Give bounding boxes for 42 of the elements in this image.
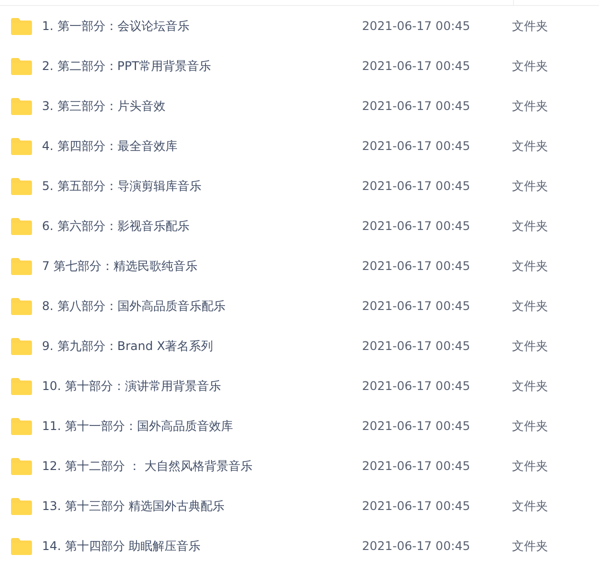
folder-name[interactable]: 11. 第十一部分：国外高品质音效库 xyxy=(42,418,362,434)
folder-name[interactable]: 14. 第十四部分 助眠解压音乐 xyxy=(42,538,362,554)
folder-name[interactable]: 12. 第十二部分 ： 大自然风格背景音乐 xyxy=(42,458,362,474)
modified-date: 2021-06-17 00:45 xyxy=(362,539,472,553)
file-type: 文件夹 xyxy=(512,138,548,154)
file-type: 文件夹 xyxy=(512,458,548,474)
file-type: 文件夹 xyxy=(512,18,548,34)
file-type: 文件夹 xyxy=(512,338,548,354)
folder-name[interactable]: 10. 第十部分：演讲常用背景音乐 xyxy=(42,378,362,394)
file-type: 文件夹 xyxy=(512,298,548,314)
file-type: 文件夹 xyxy=(512,538,548,554)
file-type: 文件夹 xyxy=(512,218,548,234)
folder-name[interactable]: 3. 第三部分：片头音效 xyxy=(42,98,362,114)
modified-date: 2021-06-17 00:45 xyxy=(362,259,472,273)
modified-date: 2021-06-17 00:45 xyxy=(362,19,472,33)
folder-name[interactable]: 7 第七部分：精选民歌纯音乐 xyxy=(42,258,362,274)
file-type: 文件夹 xyxy=(512,98,548,114)
modified-date: 2021-06-17 00:45 xyxy=(362,339,472,353)
modified-date: 2021-06-17 00:45 xyxy=(362,59,472,73)
modified-date: 2021-06-17 00:45 xyxy=(362,459,472,473)
folder-name[interactable]: 4. 第四部分：最全音效库 xyxy=(42,138,362,154)
modified-date: 2021-06-17 00:45 xyxy=(362,99,472,113)
folder-name[interactable]: 9. 第九部分：Brand X著名系列 xyxy=(42,338,362,354)
file-type: 文件夹 xyxy=(512,178,548,194)
folder-name[interactable]: 6. 第六部分：影视音乐配乐 xyxy=(42,218,362,234)
folder-name[interactable]: 1. 第一部分：会议论坛音乐 xyxy=(42,18,362,34)
file-type: 文件夹 xyxy=(512,258,548,274)
modified-date: 2021-06-17 00:45 xyxy=(362,179,472,193)
folder-name[interactable]: 2. 第二部分：PPT常用背景音乐 xyxy=(42,58,362,74)
file-type: 文件夹 xyxy=(512,498,548,514)
modified-date: 2021-06-17 00:45 xyxy=(362,139,472,153)
folder-name[interactable]: 5. 第五部分：导演剪辑库音乐 xyxy=(42,178,362,194)
modified-date: 2021-06-17 00:45 xyxy=(362,419,472,433)
file-type: 文件夹 xyxy=(512,418,548,434)
modified-date: 2021-06-17 00:45 xyxy=(362,299,472,313)
modified-date: 2021-06-17 00:45 xyxy=(362,379,472,393)
folder-name[interactable]: 8. 第八部分：国外高品质音乐配乐 xyxy=(42,298,362,314)
file-type: 文件夹 xyxy=(512,58,548,74)
modified-date: 2021-06-17 00:45 xyxy=(362,499,472,513)
file-type: 文件夹 xyxy=(512,378,548,394)
folder-name[interactable]: 13. 第十三部分 精选国外古典配乐 xyxy=(42,498,362,514)
modified-date: 2021-06-17 00:45 xyxy=(362,219,472,233)
